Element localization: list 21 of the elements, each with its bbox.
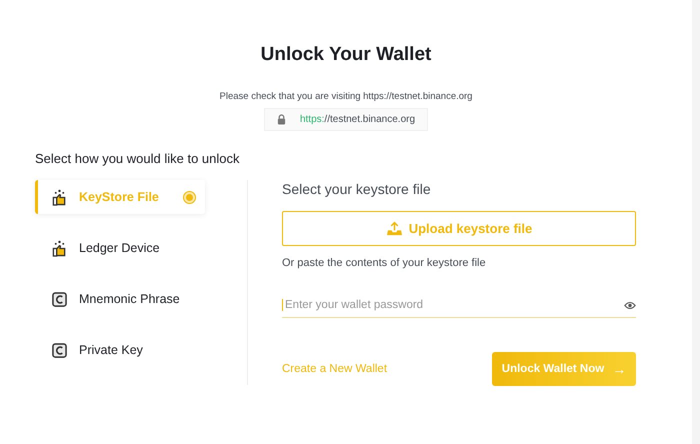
url-text: https://testnet.binance.org: [300, 114, 416, 125]
upload-icon: [386, 221, 403, 236]
upload-button[interactable]: Upload keystore file: [282, 211, 636, 246]
thumbs-up-icon: [52, 188, 67, 206]
method-item[interactable]: Private Key: [35, 333, 205, 367]
unlock-button[interactable]: Unlock Wallet Now →: [492, 352, 636, 386]
create-wallet-link[interactable]: Create a New Wallet: [282, 363, 388, 375]
prompt-text: Select how you would like to unlock: [35, 151, 240, 166]
lock-icon: [276, 114, 286, 125]
coin-icon: [52, 292, 67, 306]
eye-icon: [624, 300, 636, 310]
method-item[interactable]: KeyStore File: [35, 180, 205, 214]
radio-icon: [184, 192, 195, 202]
method-item[interactable]: Ledger Device: [35, 231, 205, 265]
coin-icon: [52, 342, 67, 358]
paste-hint: Or paste the contents of your keystore file: [282, 257, 487, 269]
thumbs-up-icon: [52, 240, 67, 256]
notice-text: Please check that you are visiting https://testnet.binance.org: [220, 91, 472, 102]
method-item[interactable]: Mnemonic Phrase: [35, 282, 205, 316]
page-title: Unlock Your Wallet: [260, 44, 432, 66]
panel-heading: Select your keystore file: [282, 181, 432, 197]
